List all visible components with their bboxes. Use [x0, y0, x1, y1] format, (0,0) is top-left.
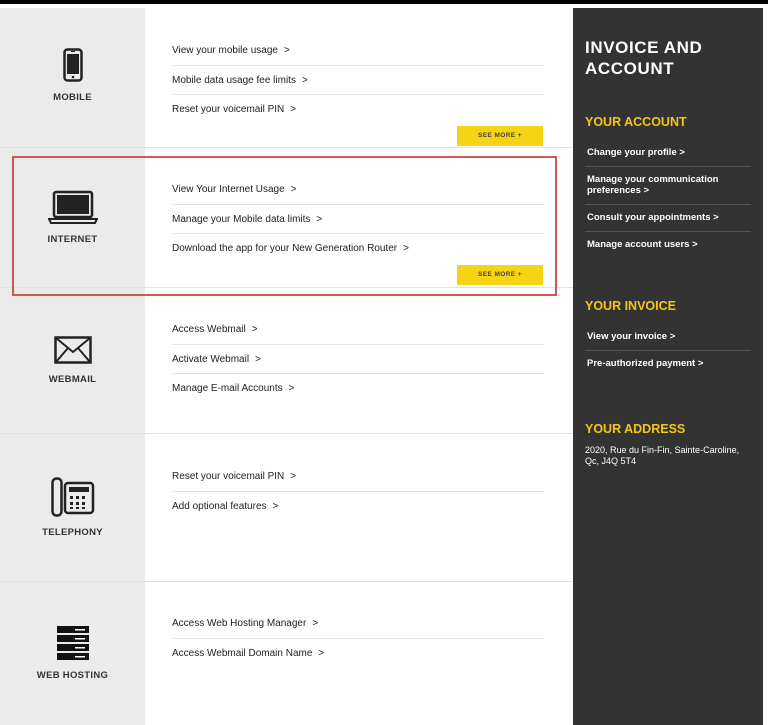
address-text: 2020, Rue du Fin-Fin, Sainte-Caroline, Q…	[585, 445, 740, 466]
your-address-heading: YOUR ADDRESS	[585, 422, 686, 436]
highlight-box	[12, 156, 557, 296]
server-icon	[56, 626, 89, 660]
category-label: MOBILE	[53, 92, 92, 103]
link-activate-webmail[interactable]: Activate Webmail >	[172, 345, 544, 374]
link-change-profile[interactable]: Change your profile >	[585, 140, 751, 167]
link-manage-account-users[interactable]: Manage account users >	[585, 232, 751, 258]
link-reset-voicemail-pin[interactable]: Reset your voicemail PIN >	[172, 95, 544, 125]
mobile-phone-icon	[62, 48, 83, 82]
category-label: TELEPHONY	[42, 527, 103, 538]
link-reset-voicemail-pin[interactable]: Reset your voicemail PIN >	[172, 462, 544, 492]
link-view-invoice[interactable]: View your invoice >	[585, 324, 751, 351]
category-label: WEBMAIL	[48, 374, 97, 385]
section-webmail: WEBMAIL Access Webmail > Activate Webmail…	[0, 288, 573, 434]
invoice-account-sidebar: INVOICE AND ACCOUNT YOUR ACCOUNT Change …	[573, 8, 763, 725]
link-view-mobile-usage[interactable]: View your mobile usage >	[172, 36, 544, 66]
section-web-hosting: WEB HOSTING Access Web Hosting Manager > …	[0, 582, 573, 725]
section-mobile: MOBILE View your mobile usage > Mobile da…	[0, 8, 573, 148]
link-mobile-data-fee-limits[interactable]: Mobile data usage fee limits >	[172, 66, 544, 95]
link-communication-preferences[interactable]: Manage your communication preferences >	[585, 167, 751, 205]
desk-phone-icon	[50, 477, 94, 517]
link-web-hosting-manager[interactable]: Access Web Hosting Manager >	[172, 609, 544, 639]
section-telephony: TELEPHONY Reset your voicemail PIN > Add …	[0, 434, 573, 582]
link-access-webmail[interactable]: Access Webmail >	[172, 315, 544, 345]
link-add-optional-features[interactable]: Add optional features >	[172, 492, 544, 522]
services-panel: MOBILE View your mobile usage > Mobile da…	[0, 8, 573, 725]
link-consult-appointments[interactable]: Consult your appointments >	[585, 205, 751, 232]
your-account-heading: YOUR ACCOUNT	[585, 115, 687, 129]
envelope-icon	[53, 336, 92, 364]
link-webmail-domain-name[interactable]: Access Webmail Domain Name >	[172, 639, 544, 669]
see-more-button[interactable]: SEE MORE +	[457, 126, 543, 146]
link-preauthorized-payment[interactable]: Pre-authorized payment >	[585, 351, 751, 377]
link-manage-email-accounts[interactable]: Manage E-mail Accounts >	[172, 374, 544, 404]
your-invoice-heading: YOUR INVOICE	[585, 299, 676, 313]
category-label: WEB HOSTING	[36, 670, 109, 681]
sidebar-title: INVOICE AND ACCOUNT	[585, 38, 703, 78]
